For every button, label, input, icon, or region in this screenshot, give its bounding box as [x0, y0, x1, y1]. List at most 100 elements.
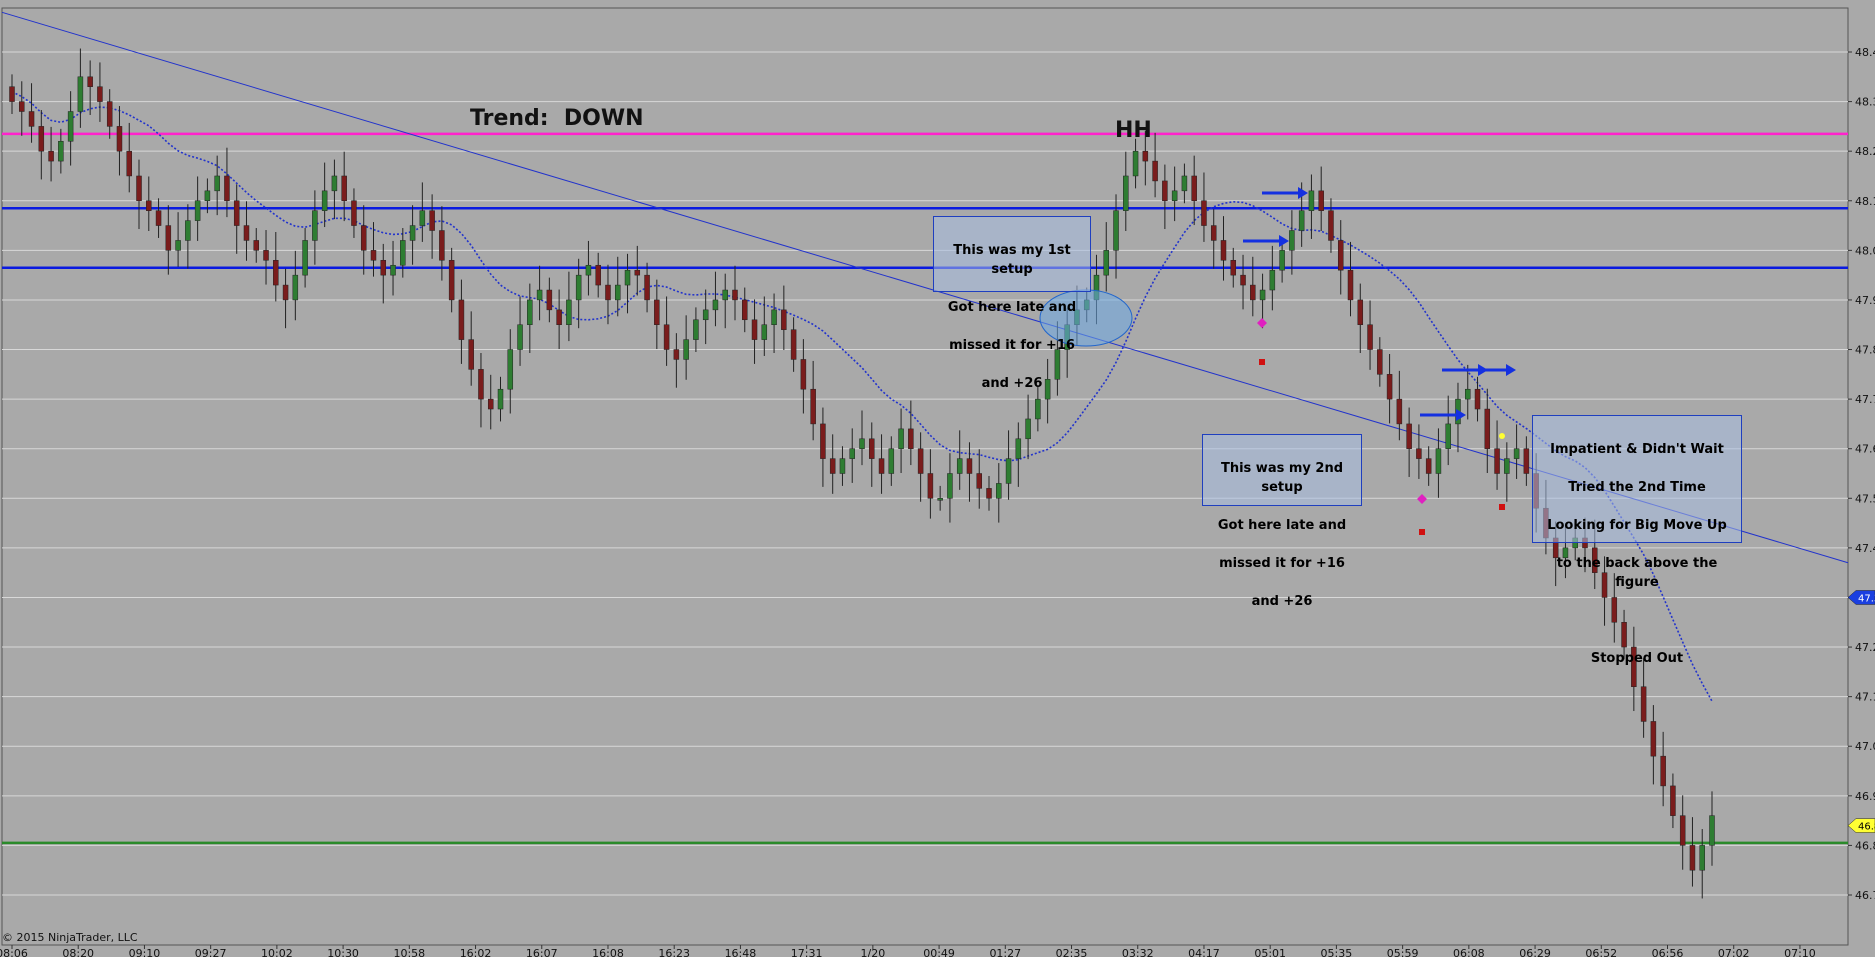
candle-body [175, 240, 181, 251]
candle-body [859, 438, 865, 449]
candle-body [1357, 299, 1364, 325]
candle-body [839, 458, 846, 474]
candle-body [1699, 845, 1705, 871]
candle-body [1464, 388, 1471, 400]
candle-body [331, 175, 338, 192]
candle-body [849, 448, 855, 459]
candle-body [869, 438, 875, 459]
candle-body [1679, 815, 1686, 846]
candle-body [253, 240, 260, 251]
x-tick-label: 02:35 [1056, 947, 1088, 957]
candle-body [624, 269, 631, 286]
candle-body [810, 388, 816, 425]
annotation-line [1533, 611, 1741, 630]
candle-body [292, 274, 299, 301]
candle-body [136, 175, 142, 202]
annotation-line: Got here late and [1217, 518, 1347, 533]
moving-average-layer [11, 90, 1713, 702]
candle-body [321, 190, 328, 211]
candle-body [1259, 289, 1266, 301]
candle-body [1347, 269, 1354, 301]
candle-body [1181, 175, 1188, 192]
candle-body [761, 324, 768, 340]
candle-body [28, 111, 35, 127]
candle-body [273, 260, 279, 286]
candle-body [165, 225, 172, 251]
candle-body [800, 359, 807, 390]
candle-body [1210, 225, 1217, 241]
candle-body [312, 210, 318, 241]
candle-body [429, 210, 435, 231]
candle-body [937, 498, 943, 501]
candle-body [1250, 284, 1256, 301]
price-chart[interactable]: 48.4 48.3 48.2 48.1 48.0 47.9 47.8 47.7 47.6 47.5… [0, 0, 1875, 957]
candle-body [1494, 448, 1500, 474]
candle-body [507, 349, 514, 390]
candle-body [1484, 408, 1491, 449]
candle-body [370, 250, 377, 261]
signal-square [1499, 504, 1505, 510]
higher-high-label: HH [1115, 118, 1152, 143]
candle-body [360, 225, 367, 251]
annotation-box-impatient[interactable]: Impatient & Didn't Wait Tried the 2nd Ti… [1532, 415, 1742, 666]
entry-arrow-head [1298, 187, 1308, 199]
candle-body [1005, 458, 1012, 484]
candle-body [468, 339, 474, 370]
candle-body [1191, 175, 1197, 202]
entry-arrow-head [1506, 364, 1516, 376]
x-tick-label: 08:20 [62, 947, 94, 957]
candle-body [712, 299, 719, 311]
candle-body [194, 200, 201, 221]
candle-body [1230, 260, 1237, 276]
candle-body [790, 329, 797, 360]
candle-body [1201, 200, 1207, 226]
x-tick-label: 1/20 [861, 947, 886, 957]
copyright-notice: © 2015 NinjaTrader, LLC [2, 931, 138, 944]
candle-body [146, 200, 152, 211]
candle-body [155, 210, 162, 226]
candle-body [927, 473, 934, 499]
candle-body [1132, 150, 1139, 177]
candle-body [1504, 458, 1510, 474]
candle-body [908, 428, 914, 449]
annotation-line: missed it for +16 [949, 338, 1075, 353]
candle-body [1640, 686, 1647, 722]
candle-body [878, 458, 885, 474]
entry-arrow-head [1456, 409, 1466, 421]
y-tick-label: 47.9 [1855, 294, 1875, 307]
candle-body [888, 448, 895, 474]
candle-body [497, 388, 504, 410]
candle-body [556, 309, 562, 325]
candle-body [1103, 250, 1110, 276]
candle-body [224, 175, 230, 202]
candle-body [439, 230, 445, 261]
candle-body [233, 200, 240, 226]
y-tick-label: 47.6 [1855, 443, 1875, 456]
candle-body [351, 200, 357, 226]
annotation-box-1st-setup[interactable]: This was my 1st setup Got here late and … [933, 216, 1091, 391]
candle-body [1298, 210, 1305, 231]
y-tick-label: 48.1 [1855, 195, 1875, 208]
candle-body [243, 225, 250, 241]
price-marker-label: 46.8 [1858, 822, 1875, 833]
annotation-box-2nd-setup[interactable]: This was my 2nd setup Got here late and … [1202, 434, 1362, 609]
candle-body [702, 309, 709, 321]
candle-body [302, 240, 308, 276]
candle-body [673, 349, 680, 360]
candle-body [663, 324, 670, 350]
candle-body [1289, 230, 1295, 251]
candle-body [67, 111, 74, 142]
annotation-line: missed it for +16 [1219, 556, 1345, 571]
candles-layer [9, 48, 1715, 899]
y-tick-label: 46.7 [1855, 889, 1875, 902]
x-tick-label: 04:17 [1188, 947, 1220, 957]
y-tick-label: 47.1 [1855, 691, 1875, 704]
x-tick-label: 10:02 [261, 947, 293, 957]
candle-body [419, 210, 426, 226]
candle-body [116, 126, 123, 152]
candle-body [829, 458, 836, 474]
candle-body [58, 141, 64, 162]
candle-body [106, 101, 113, 127]
candle-body [1240, 274, 1246, 286]
x-tick-label: 06:29 [1519, 947, 1551, 957]
